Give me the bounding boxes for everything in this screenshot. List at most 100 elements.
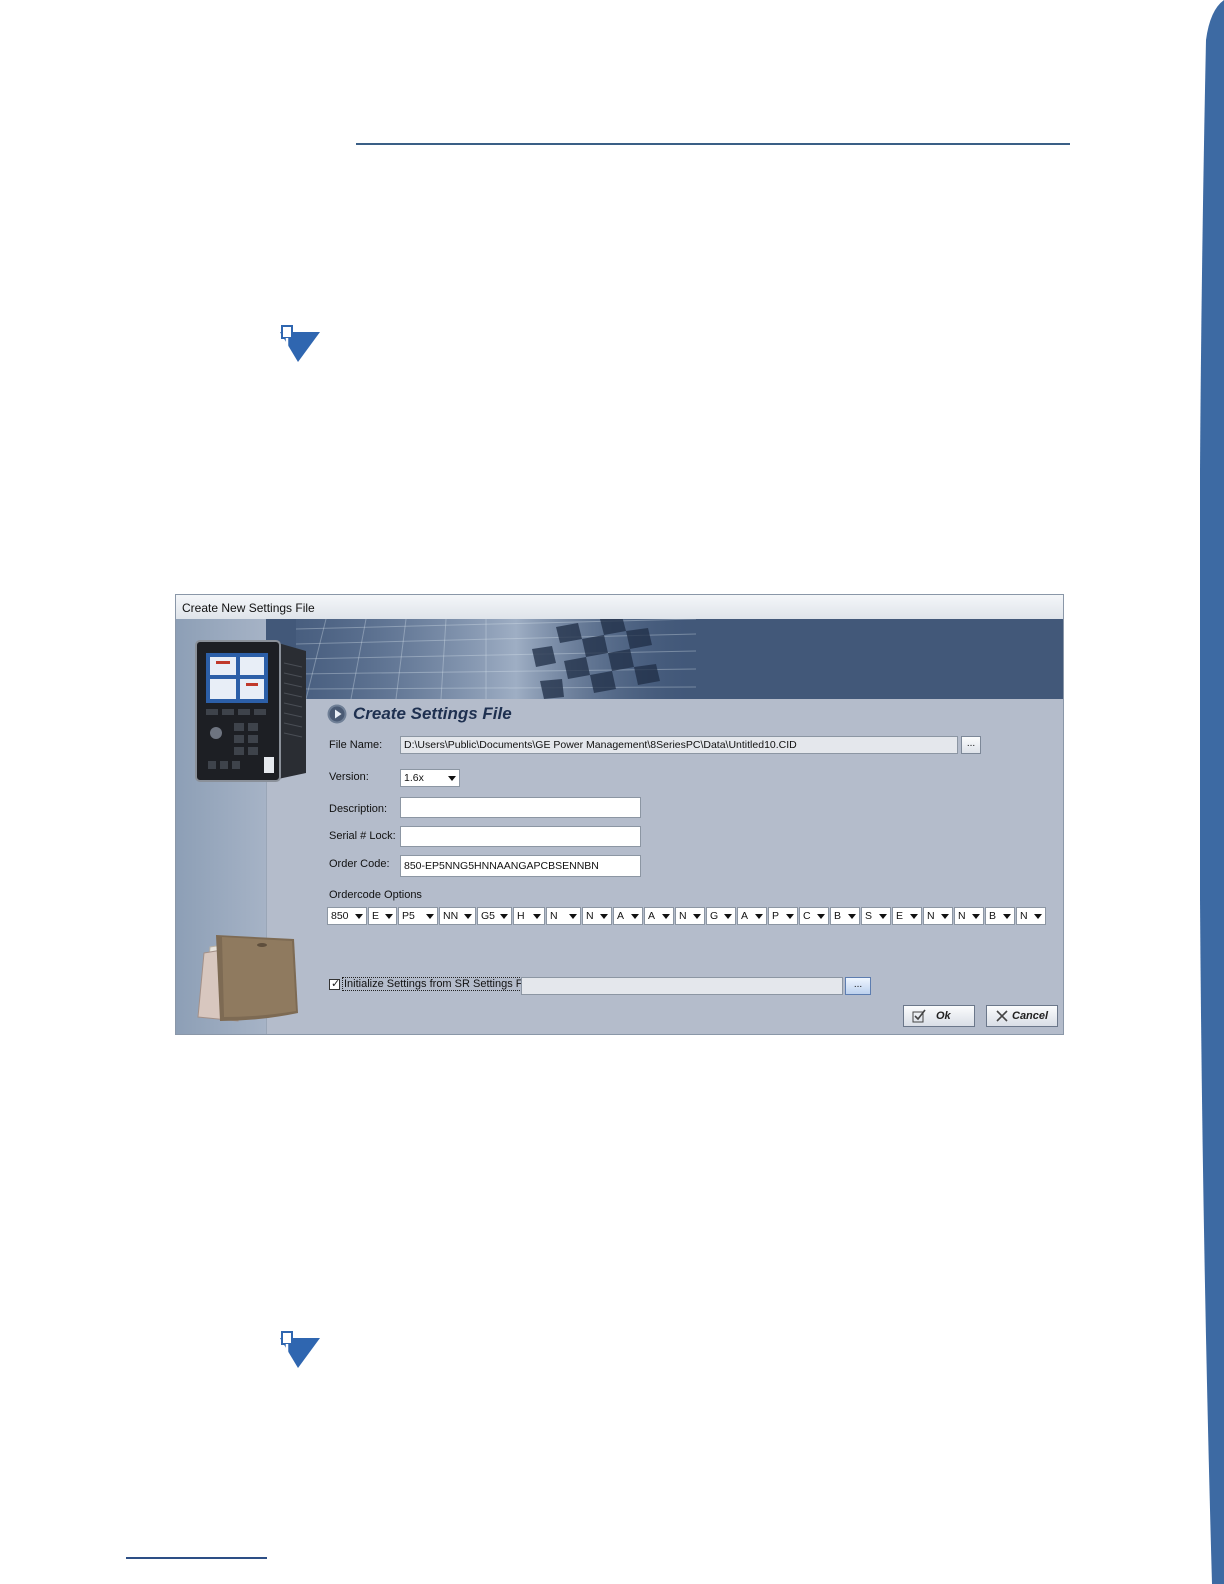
ordercode-option-value: E: [896, 910, 904, 922]
page-edge-stripe: [1200, 0, 1224, 1584]
dialog-banner: [176, 619, 1063, 699]
ordercode-option-select[interactable]: N: [546, 907, 581, 925]
dialog-title: Create New Settings File: [182, 601, 315, 615]
ordercode-option-value: C: [803, 910, 811, 922]
folder-image: [197, 935, 298, 1022]
sr-settings-file-input[interactable]: [521, 977, 843, 995]
chevron-down-icon: [569, 914, 577, 919]
ordercode-option-value: A: [648, 910, 656, 922]
file-name-label: File Name:: [329, 739, 383, 751]
ordercode-option-select[interactable]: P: [768, 907, 798, 925]
ordercode-option-select[interactable]: S: [861, 907, 891, 925]
ordercode-options-label: Ordercode Options: [329, 889, 422, 901]
ordercode-option-select[interactable]: E: [368, 907, 397, 925]
chevron-down-icon: [533, 914, 541, 919]
chevron-down-icon: [500, 914, 508, 919]
serial-lock-label: Serial # Lock:: [329, 830, 396, 842]
chevron-down-icon: [693, 914, 701, 919]
create-settings-dialog: Create New Settings File Create Settings…: [175, 594, 1064, 1035]
chevron-down-icon: [817, 914, 825, 919]
version-label: Version:: [329, 771, 369, 783]
heading-title: Create Settings File: [353, 704, 512, 723]
checkered-flag-graphic: [296, 619, 696, 699]
ordercode-option-value: E: [372, 910, 380, 922]
chevron-down-icon: [1034, 914, 1042, 919]
ordercode-option-select[interactable]: B: [830, 907, 860, 925]
sr-file-browse-button[interactable]: ...: [845, 977, 871, 995]
chevron-down-icon: [755, 914, 763, 919]
ordercode-option-value: P5: [402, 910, 415, 922]
ordercode-option-select[interactable]: C: [799, 907, 829, 925]
ordercode-option-value: 850: [331, 910, 349, 922]
ordercode-option-select[interactable]: A: [644, 907, 674, 925]
chevron-down-icon: [1003, 914, 1011, 919]
cancel-label: Cancel: [1012, 1010, 1049, 1022]
ordercode-option-value: B: [834, 910, 842, 922]
ordercode-option-select[interactable]: G5: [477, 907, 512, 925]
chevron-down-icon: [879, 914, 887, 919]
ordercode-option-value: A: [617, 910, 625, 922]
ordercode-option-value: H: [517, 910, 525, 922]
chevron-down-icon: [848, 914, 856, 919]
file-name-input[interactable]: D:\Users\Public\Documents\GE Power Manag…: [400, 736, 958, 754]
init-from-sr-checkbox[interactable]: ✓: [329, 978, 341, 990]
ordercode-option-value: B: [989, 910, 997, 922]
chevron-down-icon: [355, 914, 363, 919]
ordercode-option-select[interactable]: G: [706, 907, 736, 925]
ordercode-option-value: N: [1020, 910, 1028, 922]
chevron-down-icon: [448, 776, 456, 781]
ordercode-option-value: P: [772, 910, 780, 922]
cancel-button[interactable]: Cancel: [986, 1005, 1058, 1027]
order-code-input[interactable]: 850-EP5NNG5HNNAANGAPCBSENNBN: [400, 855, 641, 877]
chevron-down-icon: [910, 914, 918, 919]
relay-device-image: [195, 640, 306, 782]
check-icon: ✓: [331, 978, 341, 990]
ordercode-option-select[interactable]: 850: [327, 907, 367, 925]
serial-lock-input[interactable]: [400, 826, 641, 847]
ordercode-option-select[interactable]: P5: [398, 907, 438, 925]
init-from-sr-label[interactable]: Initialize Settings from SR Settings Fil…: [342, 977, 536, 991]
ordercode-option-select[interactable]: NN: [439, 907, 476, 925]
footer-rule: [126, 1557, 267, 1559]
note-icon: [280, 1331, 320, 1368]
ordercode-option-value: N: [586, 910, 594, 922]
ordercode-option-select[interactable]: N: [1016, 907, 1046, 925]
ordercode-option-select[interactable]: A: [613, 907, 643, 925]
ordercode-option-select[interactable]: N: [954, 907, 984, 925]
ordercode-option-value: S: [865, 910, 873, 922]
chevron-down-icon: [385, 914, 393, 919]
chevron-down-icon: [786, 914, 794, 919]
chevron-down-icon: [972, 914, 980, 919]
ordercode-option-value: N: [958, 910, 966, 922]
ordercode-option-select[interactable]: B: [985, 907, 1015, 925]
ordercode-option-value: G5: [481, 910, 496, 922]
ordercode-option-value: NN: [443, 910, 459, 922]
ordercode-option-select[interactable]: A: [737, 907, 767, 925]
chevron-down-icon: [464, 914, 472, 919]
file-name-browse-button[interactable]: ...: [961, 736, 981, 754]
chevron-down-icon: [941, 914, 949, 919]
ordercode-option-select[interactable]: E: [892, 907, 922, 925]
header-rule: [356, 143, 1070, 145]
play-circle-icon: [327, 704, 347, 724]
close-icon: [996, 1010, 1008, 1022]
ordercode-option-value: G: [710, 910, 719, 922]
ok-label: Ok: [936, 1010, 951, 1022]
ordercode-option-select[interactable]: N: [923, 907, 953, 925]
ok-button[interactable]: Ok: [903, 1005, 975, 1027]
description-input[interactable]: [400, 797, 641, 818]
version-value: 1.6x: [404, 772, 424, 784]
ordercode-option-value: A: [741, 910, 749, 922]
order-code-label: Order Code:: [329, 858, 390, 870]
ordercode-option-value: N: [927, 910, 935, 922]
dialog-titlebar[interactable]: Create New Settings File: [176, 595, 1063, 620]
ordercode-option-select[interactable]: H: [513, 907, 545, 925]
ordercode-option-select[interactable]: N: [675, 907, 705, 925]
description-label: Description:: [329, 803, 388, 815]
version-select[interactable]: 1.6x: [400, 769, 460, 787]
chevron-down-icon: [600, 914, 608, 919]
chevron-down-icon: [724, 914, 732, 919]
ordercode-option-value: N: [550, 910, 558, 922]
ordercode-option-select[interactable]: N: [582, 907, 612, 925]
chevron-down-icon: [631, 914, 639, 919]
